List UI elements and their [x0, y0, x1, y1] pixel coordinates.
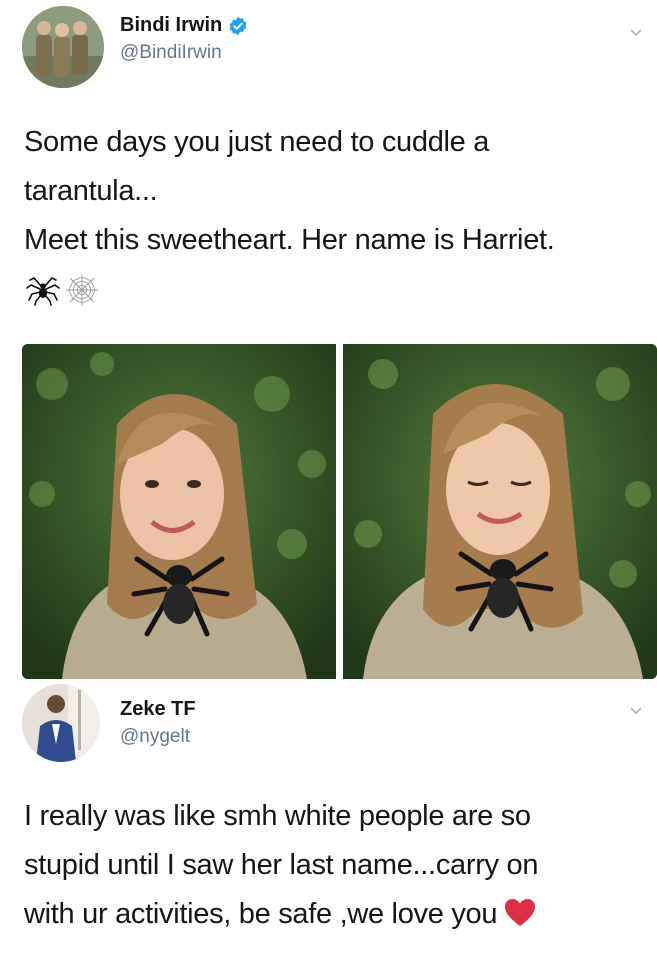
verified-badge-icon	[229, 16, 247, 35]
tweet-text-line: Meet this sweetheart. Her name is Harrie…	[24, 224, 555, 256]
chevron-down-icon[interactable]	[629, 706, 643, 716]
red-heart-icon	[505, 899, 536, 926]
tweet-text: Some days you just need to cuddle a tara…	[24, 118, 644, 265]
author-handle[interactable]: @BindiIrwin	[120, 42, 222, 64]
author-handle[interactable]: @nygelt	[120, 726, 190, 748]
avatar[interactable]	[22, 684, 100, 762]
author-name-row: Zeke TF	[120, 698, 196, 721]
spider-icon	[26, 277, 60, 306]
author-name-row: Bindi Irwin	[120, 14, 248, 37]
photo-right-image	[343, 344, 657, 679]
author-name[interactable]: Zeke TF	[120, 698, 196, 721]
tweet-text-line: I really was like smh white people are s…	[24, 800, 531, 832]
spider-web-icon	[66, 274, 98, 306]
tweet-text-line: with ur activities, be safe ,we love you	[24, 890, 644, 939]
tweet-bindi: Bindi Irwin @BindiIrwin Some days you ju…	[0, 0, 657, 684]
photo-left[interactable]	[22, 344, 336, 679]
tweet-zeke: Zeke TF @nygelt I really was like smh wh…	[0, 684, 657, 959]
photo-right[interactable]	[343, 344, 657, 679]
photo-grid	[22, 344, 657, 679]
tweet-text-line: Some days you just need to cuddle a	[24, 126, 490, 158]
avatar[interactable]	[22, 6, 104, 88]
author-name[interactable]: Bindi Irwin	[120, 14, 222, 37]
photo-left-image	[22, 344, 336, 679]
tweet-text-line: tarantula...	[24, 175, 158, 207]
tweet-text-line: stupid until I saw her last name...carry…	[24, 849, 539, 881]
emoji-row	[26, 272, 100, 308]
chevron-down-icon[interactable]	[629, 28, 643, 38]
tweet-text-line-content: with ur activities, be safe ,we love you	[24, 898, 498, 930]
tweet-text: I really was like smh white people are s…	[24, 792, 644, 939]
